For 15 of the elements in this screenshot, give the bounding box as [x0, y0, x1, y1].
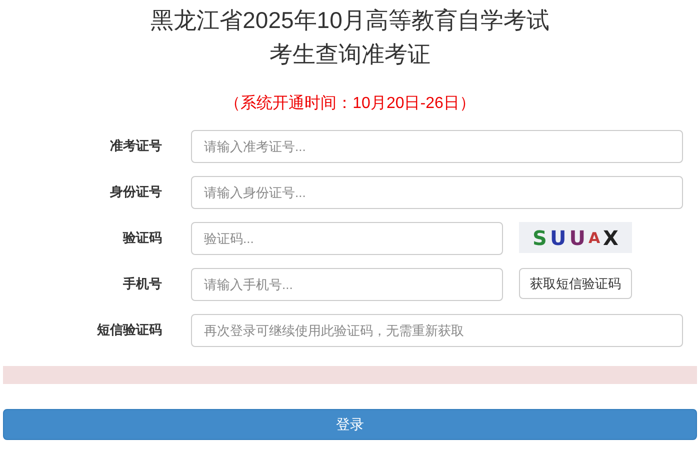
input-field[interactable]: 再次登录可继续使用此验证码，无需重新获取 — [191, 314, 683, 347]
page-title: 黑龙江省2025年10月高等教育自学考试 — [150, 6, 550, 35]
input-field[interactable]: 请输入准考证号... — [191, 130, 683, 163]
page-title: 考生查询准考证 — [270, 40, 430, 69]
field-label: 准考证号 — [109, 137, 162, 155]
field-label: 验证码 — [122, 229, 162, 247]
input-field[interactable]: 请输入身份证号... — [191, 176, 683, 209]
input-field[interactable]: 请输入手机号... — [191, 268, 503, 301]
notice-text: （系统开通时间：10月20日-26日） — [224, 94, 476, 114]
field-label: 手机号 — [122, 275, 162, 293]
field-label: 身份证号 — [109, 183, 162, 201]
field-label: 短信验证码 — [96, 321, 162, 339]
get-sms-code-button[interactable]: 获取短信验证码 — [519, 268, 632, 299]
input-field[interactable]: 验证码... — [191, 222, 503, 255]
login-button[interactable]: 登录 — [3, 409, 697, 440]
